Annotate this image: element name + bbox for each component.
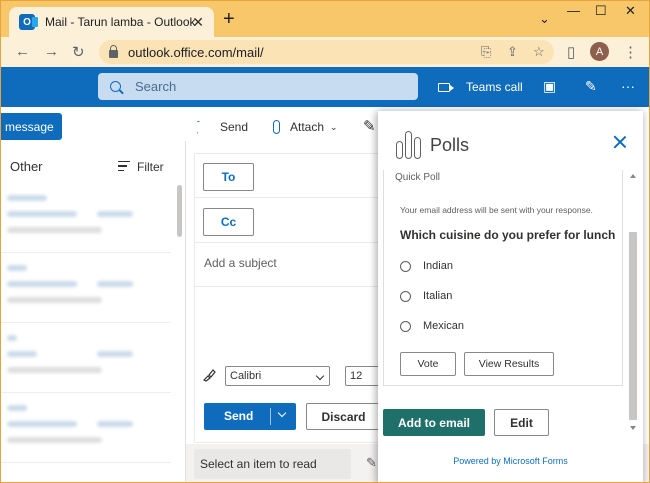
more-options-icon[interactable]: ··· <box>621 78 635 94</box>
subject-input[interactable]: Add a subject <box>204 256 277 270</box>
new-message-button[interactable]: message <box>1 113 62 140</box>
poll-option-indian[interactable]: Indian <box>400 260 453 272</box>
tab-title: Mail - Tarun lamba - Outlook <box>45 15 196 29</box>
tab-other[interactable]: Other <box>10 159 43 174</box>
chevron-down-icon[interactable] <box>277 408 287 418</box>
favicon-letter: O <box>23 16 31 28</box>
share-icon[interactable]: ⇪ <box>507 44 518 60</box>
poll-option-label: Indian <box>423 260 453 272</box>
signature-icon[interactable]: ✎ <box>363 117 376 135</box>
chevron-down-icon: ⌄ <box>330 121 338 132</box>
scrollbar-thumb[interactable] <box>629 232 637 420</box>
list-item[interactable] <box>1 183 171 253</box>
poll-option-label: Mexican <box>423 320 464 332</box>
maximize-button[interactable]: ☐ <box>595 3 607 19</box>
poll-option-italian[interactable]: Italian <box>400 290 452 302</box>
forward-button[interactable]: → <box>44 43 59 60</box>
attach-command[interactable]: Attach ⌄ <box>273 120 338 134</box>
star-icon[interactable]: ☆ <box>533 44 545 60</box>
filter-button[interactable]: Filter <box>137 160 164 174</box>
send-button[interactable]: Send <box>204 403 296 430</box>
browser-menu-icon[interactable]: ⋮ <box>623 43 638 61</box>
polls-scrollbar[interactable] <box>628 170 638 436</box>
list-item[interactable] <box>1 253 171 323</box>
address-bar[interactable]: outlook.office.com/mail/ ⎘ ⇪ ☆ <box>99 40 554 64</box>
radio-button[interactable] <box>400 260 411 272</box>
split-divider <box>270 408 271 425</box>
font-family-select[interactable]: Calibri <box>225 366 330 386</box>
outlook-favicon-icon: O <box>19 14 38 30</box>
teams-call-button[interactable]: Teams call <box>466 80 523 94</box>
install-icon[interactable]: ⎘ <box>481 44 491 60</box>
discard-button[interactable]: Discard <box>306 403 381 430</box>
tab-strip: O Mail - Tarun lamba - Outlook ✕ + ⌄ — ☐… <box>1 1 649 37</box>
powered-by-link[interactable]: Powered by Microsoft Forms <box>378 456 643 466</box>
profile-avatar[interactable]: A <box>590 42 609 61</box>
outlook-header: Search Teams call ▣ ✎ ··· <box>1 67 649 107</box>
reload-button[interactable]: ↻ <box>72 43 85 61</box>
compose-note-icon[interactable]: ✎ <box>585 78 597 95</box>
office-apps-icon[interactable]: ▣ <box>543 78 556 95</box>
select-item-tab[interactable]: Select an item to read <box>194 449 351 479</box>
pencil-icon[interactable]: ✎ <box>366 455 377 471</box>
paperclip-icon <box>273 120 280 134</box>
search-placeholder: Search <box>135 79 177 94</box>
poll-question: Which cuisine do you prefer for lunch <box>400 228 616 242</box>
divider <box>194 197 384 198</box>
send-command-label: Send <box>220 120 249 134</box>
new-tab-button[interactable]: + <box>223 9 235 29</box>
list-item[interactable] <box>1 393 171 463</box>
font-size-select[interactable]: 12 <box>345 366 381 386</box>
poll-disclaimer: Your email address will be sent with you… <box>400 205 593 215</box>
divider <box>194 242 384 243</box>
send-button-label: Send <box>224 409 254 423</box>
url-text: outlook.office.com/mail/ <box>128 44 264 60</box>
scroll-down-icon[interactable] <box>630 426 636 430</box>
poll-option-mexican[interactable]: Mexican <box>400 320 464 332</box>
browser-window: O Mail - Tarun lamba - Outlook ✕ + ⌄ — ☐… <box>0 0 650 483</box>
poll-name: Quick Poll <box>395 172 441 183</box>
to-button[interactable]: To <box>203 163 254 191</box>
side-panel-icon[interactable]: ▯ <box>567 43 575 61</box>
minimize-button[interactable]: — <box>567 3 580 18</box>
back-button[interactable]: ← <box>15 43 30 60</box>
tab-search-icon[interactable]: ⌄ <box>539 11 550 27</box>
browser-tab[interactable]: O Mail - Tarun lamba - Outlook ✕ <box>9 7 214 37</box>
close-window-button[interactable]: ✕ <box>625 3 636 19</box>
polls-panel: Polls Quick Poll Your email address will… <box>378 111 643 482</box>
cc-button[interactable]: Cc <box>203 208 254 236</box>
send-command[interactable]: Send <box>197 120 248 134</box>
divider <box>194 286 384 287</box>
attach-command-label: Attach <box>290 120 325 134</box>
polls-logo-icon <box>396 131 422 159</box>
radio-button[interactable] <box>400 320 411 332</box>
vote-button[interactable]: Vote <box>400 352 456 376</box>
tab-close-icon[interactable]: ✕ <box>192 14 204 31</box>
message-list <box>1 183 171 482</box>
filter-icon[interactable] <box>118 161 130 172</box>
close-icon[interactable] <box>613 135 627 149</box>
pane-divider <box>185 141 186 482</box>
list-item[interactable] <box>1 323 171 393</box>
format-painter-icon[interactable] <box>202 368 216 382</box>
poll-option-label: Italian <box>423 290 453 302</box>
radio-button[interactable] <box>400 290 411 302</box>
lock-icon <box>109 44 118 58</box>
browser-toolbar: ← → ↻ outlook.office.com/mail/ ⎘ ⇪ ☆ ▯ A… <box>1 37 649 67</box>
message-list-scrollbar[interactable] <box>177 185 182 237</box>
video-camera-icon <box>438 83 454 92</box>
view-results-button[interactable]: View Results <box>464 352 554 376</box>
scroll-up-icon[interactable] <box>630 174 636 178</box>
edit-button[interactable]: Edit <box>494 409 549 436</box>
polls-title: Polls <box>430 135 470 155</box>
send-icon <box>197 120 212 134</box>
add-to-email-button[interactable]: Add to email <box>383 409 485 436</box>
search-box[interactable]: Search <box>98 73 418 100</box>
search-icon <box>110 81 121 92</box>
